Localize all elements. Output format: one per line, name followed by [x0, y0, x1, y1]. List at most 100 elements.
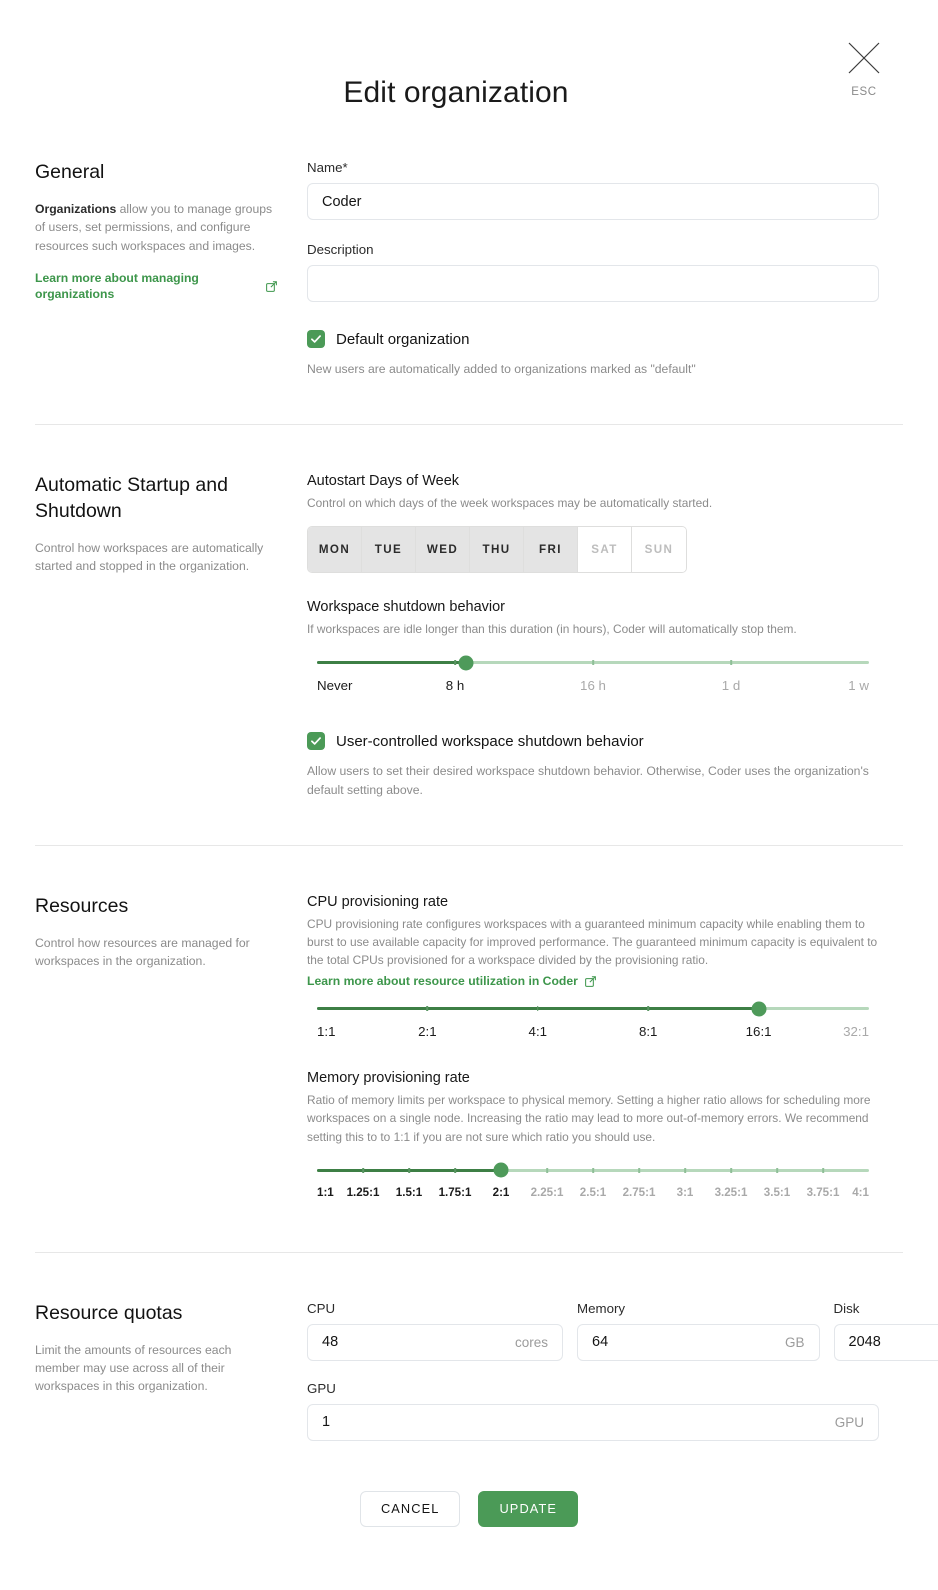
close-button[interactable]: ESC [835, 40, 893, 98]
user-controlled-help: Allow users to set their desired workspa… [307, 764, 869, 797]
memory-provisioning-slider[interactable] [317, 1162, 869, 1180]
name-input[interactable] [307, 183, 879, 220]
quota-label-cpu: CPU [307, 1300, 336, 1316]
shutdown-behavior-group: Workspace shutdown behavior If workspace… [307, 599, 879, 698]
shutdown-slider[interactable] [317, 654, 869, 672]
slider-tick [822, 1167, 824, 1173]
description-field-label: Description [307, 242, 374, 257]
quota-input-wrapper-cpu: cores [307, 1323, 564, 1361]
default-organization-checkbox-row[interactable]: Default organization [307, 330, 879, 348]
slider-tick-label: 1.25:1 [346, 1185, 380, 1199]
slider-tick [362, 1167, 364, 1173]
memory-slider-block: 1:1 1.25:1 1.5:1 1.75:1 2:1 2.25:1 2.5:1 2.75:1… [307, 1162, 879, 1206]
dialog-header: Edit organization ESC [0, 0, 938, 160]
description-input[interactable] [307, 265, 879, 302]
slider-tick-label: 1 w [848, 678, 869, 694]
autostart-day-sun[interactable]: SUN [632, 527, 686, 573]
slider-tick [684, 1167, 686, 1173]
slider-tick [776, 1167, 778, 1173]
autostart-day-wed[interactable]: WED [416, 527, 470, 573]
quota-label-disk: Disk [833, 1300, 860, 1316]
section-quotas-title: Resource quotas [35, 1301, 183, 1324]
description-field-group: Description [307, 242, 879, 302]
slider-tick-label: 3.75:1 [806, 1185, 840, 1199]
page-title: Edit organization [343, 76, 569, 109]
user-controlled-checkbox[interactable] [307, 732, 325, 751]
autostart-day-sat[interactable]: SAT [578, 527, 632, 573]
memory-provisioning-title: Memory provisioning rate [307, 1070, 470, 1087]
learn-more-organizations-link[interactable]: Learn more about managing organizations [35, 270, 277, 303]
esc-label: ESC [851, 86, 877, 98]
autostart-days-toggle-group[interactable]: MON TUE WED THU FRI SAT SUN [307, 526, 687, 574]
slider-tick-label: 1.75:1 [438, 1185, 472, 1199]
edit-organization-dialog: Edit organization ESC General Organizati… [0, 0, 938, 1590]
autostart-day-tue[interactable]: TUE [362, 527, 416, 573]
slider-tick-label: 2:1 [492, 1185, 510, 1199]
autostart-day-mon[interactable]: MON [308, 527, 362, 573]
quota-field-cpu: CPU cores [307, 1300, 564, 1361]
section-resources-info: Resources Control how resources are mana… [35, 894, 307, 971]
divider-resources [35, 1251, 903, 1253]
slider-thumb[interactable] [751, 1001, 767, 1017]
default-organization-help: New users are automatically added to org… [307, 362, 696, 376]
section-resources-form: CPU provisioning rate CPU provisioning r… [307, 894, 879, 1206]
quota-input-disk[interactable] [834, 1334, 938, 1351]
section-general-info: General Organizations allow you to manag… [35, 160, 307, 303]
name-field-label: Name* [307, 160, 879, 175]
slider-tick-label: 2.25:1 [530, 1185, 564, 1199]
slider-tick-label: 32:1 [843, 1024, 869, 1040]
gpu-field-group: GPU GPU [307, 1381, 879, 1441]
slider-thumb[interactable] [493, 1162, 509, 1178]
external-link-icon [266, 281, 277, 292]
quota-input-wrapper-memory: GB [577, 1323, 820, 1361]
slider-tick-label: 3.25:1 [714, 1185, 748, 1199]
cpu-provisioning-slider[interactable] [317, 1000, 869, 1018]
quota-unit-memory: GB [785, 1334, 805, 1350]
user-controlled-checkbox-row[interactable]: User-controlled workspace shutdown behav… [307, 732, 879, 751]
slider-tick [730, 1167, 732, 1173]
slider-tick-label: 1:1 [317, 1185, 334, 1199]
slider-tick-label: 1.5:1 [395, 1185, 423, 1199]
autostart-day-thu[interactable]: THU [470, 527, 524, 573]
slider-tick-label: 1:1 [317, 1024, 336, 1040]
slider-tick-label: 3.5:1 [763, 1185, 791, 1199]
memory-provisioning-group: Memory provisioning rate Ratio of memory… [307, 1070, 879, 1205]
quota-input-memory[interactable] [578, 1334, 786, 1351]
section-quotas: Resource quotas Limit the amounts of res… [0, 1301, 938, 1441]
external-link-icon [584, 976, 596, 987]
quota-fields-row: CPU cores Memory GB Disk GB [307, 1300, 938, 1361]
divider-startup [35, 845, 903, 847]
slider-tick-label: 2.75:1 [622, 1185, 656, 1199]
slider-thumb[interactable] [458, 655, 474, 671]
quota-unit-cpu: cores [515, 1334, 549, 1350]
update-button[interactable]: UPDATE [478, 1490, 579, 1527]
slider-tick [638, 1167, 640, 1173]
slider-tick [454, 1167, 456, 1173]
quota-field-memory: Memory GB [577, 1301, 820, 1361]
learn-more-organizations-label: Learn more about managing organizations [35, 270, 199, 302]
cpu-provisioning-description: CPU provisioning rate configures workspa… [307, 917, 878, 968]
name-field-group: Name* [307, 160, 879, 220]
slider-tick-label: 16:1 [745, 1024, 772, 1040]
default-organization-checkbox[interactable] [307, 330, 325, 348]
section-startup-title: Automatic Startup and Shutdown [35, 474, 228, 523]
learn-more-resource-utilization-link[interactable]: Learn more about resource utilization in… [307, 973, 596, 989]
shutdown-slider-labels: Never 8 h 16 h 1 d 1 w [317, 678, 869, 698]
cancel-button[interactable]: CANCEL [359, 1490, 461, 1527]
gpu-input[interactable] [308, 1414, 835, 1431]
slider-tick [537, 1006, 539, 1012]
section-quotas-form: CPU cores Memory GB Disk GB GPU GPU [307, 1300, 938, 1441]
cpu-provisioning-title: CPU provisioning rate [307, 894, 449, 911]
name-required-mark: * [342, 160, 348, 175]
slider-tick-label: 3:1 [676, 1185, 694, 1199]
cpu-provisioning-group: CPU provisioning rate CPU provisioning r… [307, 894, 879, 1044]
quota-input-cpu[interactable] [308, 1334, 515, 1351]
close-icon [848, 42, 880, 74]
autostart-day-fri[interactable]: FRI [524, 527, 578, 573]
gpu-field-label: GPU [307, 1380, 336, 1396]
check-icon [311, 737, 321, 746]
section-startup-form: Autostart Days of Week Control on which … [307, 473, 879, 799]
slider-tick-label: Never [317, 678, 353, 694]
slider-tick-label: 16 h [580, 678, 606, 694]
shutdown-behavior-description: If workspaces are idle longer than this … [307, 622, 797, 637]
